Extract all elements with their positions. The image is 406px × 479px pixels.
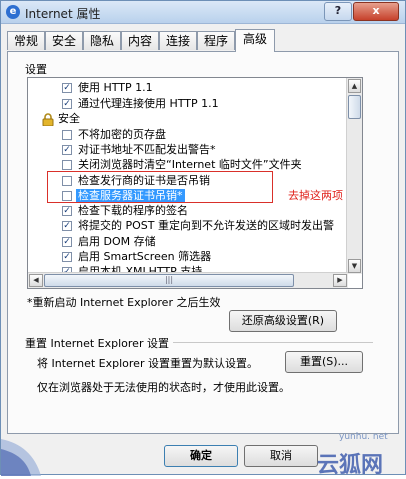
lock-icon [42, 113, 54, 127]
vertical-scroll-thumb[interactable] [348, 95, 361, 119]
checkbox[interactable] [62, 130, 72, 140]
watermark-logo-icon [1, 439, 41, 476]
checkbox[interactable]: ✓ [62, 221, 72, 231]
checkbox[interactable]: ✓ [62, 145, 72, 155]
tab-general[interactable]: 常规 [7, 31, 45, 50]
list-item-label: 检查下载的程序的签名 [78, 204, 188, 217]
highlight-box [47, 171, 273, 203]
tab-security[interactable]: 安全 [45, 31, 83, 50]
scroll-up-icon[interactable]: ▲ [348, 79, 361, 93]
annotation-text: 去掉这两项 [288, 189, 343, 202]
tab-programs[interactable]: 程序 [197, 31, 235, 50]
restore-advanced-button[interactable]: 还原高级设置(R) [229, 310, 337, 332]
restart-note: *重新启动 Internet Explorer 之后生效 [27, 296, 221, 309]
tab-content[interactable]: 内容 [121, 31, 159, 50]
tab-advanced[interactable]: 高级 [235, 29, 275, 52]
checkbox[interactable] [62, 160, 72, 170]
list-item-label: 通过代理连接使用 HTTP 1.1 [78, 97, 219, 110]
scroll-left-icon[interactable]: ◀ [29, 274, 43, 287]
checkbox[interactable]: ✓ [62, 252, 72, 262]
horizontal-scroll-thumb[interactable]: ||| [44, 274, 294, 287]
checkbox[interactable]: ✓ [62, 206, 72, 216]
scroll-down-icon[interactable]: ▼ [348, 259, 361, 273]
ok-button[interactable]: 确定 [164, 445, 238, 467]
reset-section-title: 重置 Internet Explorer 设置 [25, 337, 169, 350]
cancel-button[interactable]: 取消 [244, 445, 318, 467]
horizontal-scrollbar[interactable]: ◀ ||| ▶ [28, 272, 348, 288]
help-button[interactable]: ? [324, 2, 352, 21]
list-item-label: 不将加密的页存盘 [78, 128, 166, 141]
internet-explorer-icon: e [6, 5, 20, 19]
reset-description: 将 Internet Explorer 设置重置为默认设置。 [37, 357, 258, 370]
tab-connections[interactable]: 连接 [159, 31, 197, 50]
list-item-label: 对证书地址不匹配发出警告* [78, 143, 216, 156]
close-button[interactable]: x [353, 2, 399, 21]
list-item-label: 关闭浏览器时清空“Internet 临时文件”文件夹 [78, 158, 302, 171]
reset-note: 仅在浏览器处于无法使用的状态时，才使用此设置。 [37, 381, 290, 394]
tab-privacy[interactable]: 隐私 [83, 31, 121, 50]
group-divider [173, 342, 373, 343]
list-item-label: 启用 SmartScreen 筛选器 [78, 250, 212, 263]
watermark-url: yunhu. net [339, 432, 388, 442]
window-title: Internet 属性 [25, 7, 101, 21]
title-bar: e Internet 属性 ? x [1, 1, 405, 24]
checkbox[interactable]: ✓ [62, 83, 72, 93]
category-label: 安全 [58, 112, 80, 125]
vertical-scrollbar[interactable]: ▲ ▼ [346, 78, 362, 274]
watermark-brand: 云狐网 [317, 452, 384, 478]
list-item-label: 启用 DOM 存储 [78, 235, 156, 248]
list-item-label: 使用 HTTP 1.1 [78, 81, 153, 94]
checkbox[interactable]: ✓ [62, 99, 72, 109]
reset-button[interactable]: 重置(S)... [285, 351, 363, 373]
checkbox[interactable]: ✓ [62, 237, 72, 247]
internet-properties-dialog: e Internet 属性 ? x 常规 安全 隐私 内容 连接 程序 高级 设… [0, 0, 406, 478]
scroll-right-icon[interactable]: ▶ [333, 274, 347, 287]
settings-group-label: 设置 [25, 63, 47, 76]
list-item-label: 将提交的 POST 重定向到不允许发送的区域时发出警 [78, 219, 334, 232]
